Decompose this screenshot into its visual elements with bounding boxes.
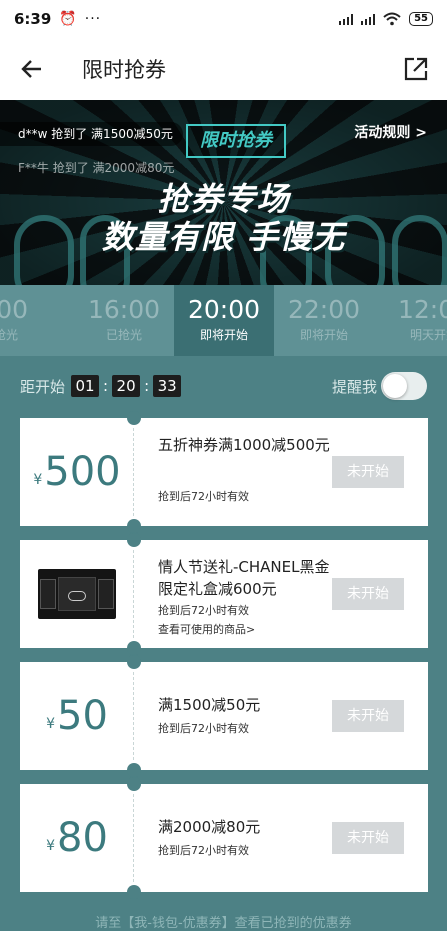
countdown-minutes: 20 xyxy=(112,375,141,397)
notification-dots: ··· xyxy=(84,11,102,27)
coupon-validity: 抢到后72小时有效 xyxy=(158,844,249,857)
promo-banner: d**w 抢到了 满1500减50元 F**牛 抢到了 满2000减80元 限时… xyxy=(0,100,447,285)
tab-status: 已抢光 xyxy=(0,328,18,342)
time-tab-active[interactable]: 20:00 即将开始 xyxy=(174,285,274,356)
countdown-seconds: 33 xyxy=(153,375,182,397)
footer-note[interactable]: 请至【我-钱包-优惠券】查看已抢到的优惠券 xyxy=(0,912,447,931)
not-started-button[interactable]: 未开始 xyxy=(332,456,404,488)
page-title: 限时抢券 xyxy=(82,58,166,82)
coupon-value xyxy=(20,540,134,648)
share-icon[interactable] xyxy=(403,56,429,82)
coupon-title: 情人节送礼-CHANEL黑金限定礼盒减600元 xyxy=(158,558,330,598)
tab-status: 明天开始 xyxy=(409,328,447,342)
tab-time: 16:00 xyxy=(87,295,161,324)
battery-icon: 55 xyxy=(409,12,433,26)
time-tab[interactable]: 22:00 即将开始 xyxy=(274,285,374,356)
coupon-validity: 抢到后72小时有效 xyxy=(158,722,249,735)
status-time: 6:39 xyxy=(14,10,52,28)
coupon-card[interactable]: ¥ 50 满1500减50元 抢到后72小时有效 未开始 xyxy=(20,655,428,777)
grab-ticker-item: d**w 抢到了 满1500减50元 xyxy=(0,122,183,146)
coupon-value: ¥ 80 xyxy=(20,784,134,892)
coupon-amount: 80 xyxy=(57,815,108,861)
time-tab[interactable]: 16:00 已抢光 xyxy=(74,285,174,356)
status-bar: 6:39 ⏰ ··· 55 xyxy=(0,0,447,38)
signal-icon-2 xyxy=(361,13,376,25)
countdown-label: 距开始 xyxy=(20,377,66,396)
coupon-title: 满1500减50元 xyxy=(158,696,261,714)
currency-symbol: ¥ xyxy=(46,838,55,854)
coupon-value: ¥ 50 xyxy=(20,662,134,770)
coupon-validity: 抢到后72小时有效 xyxy=(158,490,249,503)
chanel-gift-box-image xyxy=(38,569,116,619)
countdown-hours: 01 xyxy=(71,375,100,397)
currency-symbol: ¥ xyxy=(46,716,55,732)
time-tab[interactable]: 2:00 已抢光 xyxy=(0,285,50,356)
not-started-button[interactable]: 未开始 xyxy=(332,578,404,610)
coupon-amount: 500 xyxy=(44,449,121,495)
tab-status: 已抢光 xyxy=(105,328,142,342)
tab-time: 2:00 xyxy=(0,295,29,324)
tab-time: 12:00 xyxy=(397,295,447,324)
app-header: 限时抢券 xyxy=(0,38,447,100)
banner-badge: 限时抢券 xyxy=(186,124,286,158)
tab-time: 20:00 xyxy=(187,295,261,324)
coupon-card[interactable]: 情人节送礼-CHANEL黑金限定礼盒减600元 抢到后72小时有效 查看可使用的… xyxy=(20,533,428,655)
coupon-title: 满2000减80元 xyxy=(158,818,261,836)
signal-icon xyxy=(339,13,354,25)
tab-status: 即将开始 xyxy=(299,328,348,342)
tab-status: 即将开始 xyxy=(199,328,248,342)
remind-me-label: 提醒我 xyxy=(331,378,377,396)
back-button[interactable] xyxy=(0,38,64,100)
currency-symbol: ¥ xyxy=(33,472,43,488)
time-tab[interactable]: 12:00 明天开始 xyxy=(384,285,447,356)
not-started-button[interactable]: 未开始 xyxy=(332,700,404,732)
coupon-amount: 50 xyxy=(57,693,108,739)
coupon-validity: 抢到后72小时有效 xyxy=(158,604,249,617)
countdown-row: 距开始 01 : 20 : 33 提醒我 xyxy=(0,356,447,416)
wifi-icon xyxy=(383,12,401,26)
countdown-separator: : xyxy=(144,377,150,395)
activity-rules-link[interactable]: 活动规则 > xyxy=(354,122,427,142)
remind-me-toggle[interactable] xyxy=(381,372,427,400)
banner-subheadline: 数量有限 手慢无 xyxy=(101,218,346,256)
tab-time: 22:00 xyxy=(287,295,361,324)
view-eligible-products-link[interactable]: 查看可使用的商品> xyxy=(158,621,255,637)
coupon-value: ¥ 500 xyxy=(20,418,134,526)
coupon-card[interactable]: ¥ 500 五折神券满1000减500元 抢到后72小时有效 未开始 xyxy=(20,411,428,533)
countdown-separator: : xyxy=(103,377,109,395)
coupon-card[interactable]: ¥ 80 满2000减80元 抢到后72小时有效 未开始 xyxy=(20,777,428,899)
alarm-icon: ⏰ xyxy=(59,11,77,27)
arrow-left-icon xyxy=(21,60,41,78)
toggle-knob xyxy=(383,374,407,398)
time-slot-tabs: 2:00 已抢光 16:00 已抢光 20:00 即将开始 22:00 即将开始… xyxy=(0,285,447,356)
not-started-button[interactable]: 未开始 xyxy=(332,822,404,854)
coupon-title: 五折神券满1000减500元 xyxy=(158,436,330,454)
